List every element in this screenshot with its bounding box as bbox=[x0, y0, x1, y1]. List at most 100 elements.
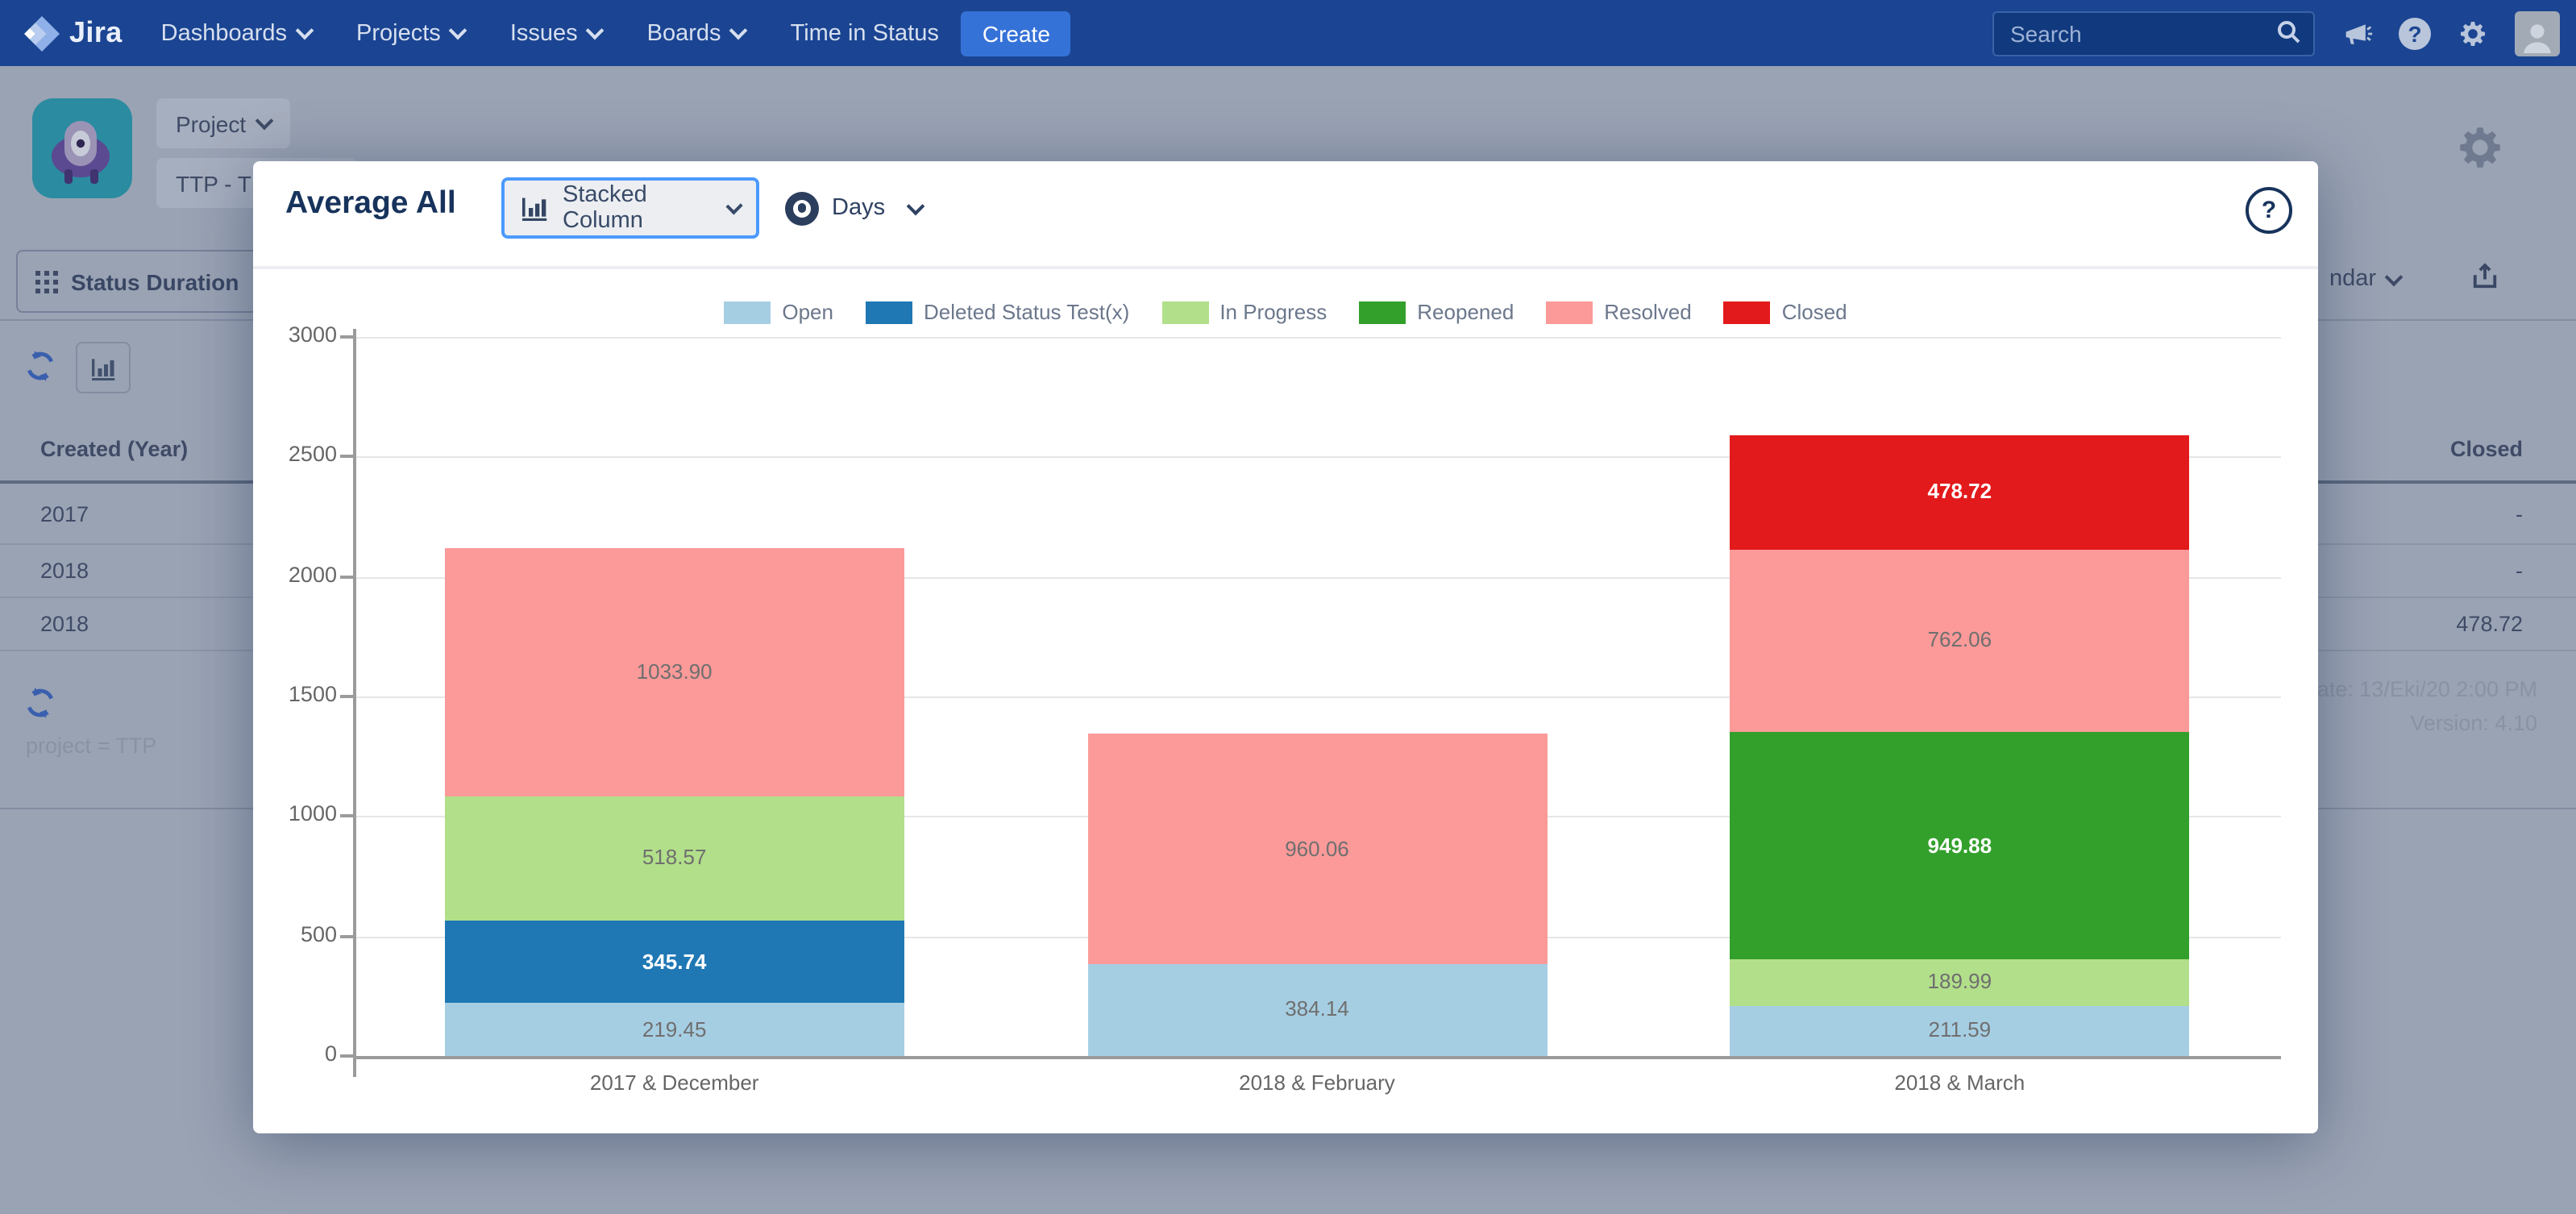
bar-segment-deleted-status-test-x[interactable]: 345.74 bbox=[445, 921, 904, 1004]
legend-label: Deleted Status Test(x) bbox=[924, 300, 1129, 324]
bar-segment-in-progress[interactable]: 518.57 bbox=[445, 796, 904, 921]
refresh-icon[interactable] bbox=[23, 685, 58, 729]
chevron-down-icon bbox=[255, 112, 273, 131]
export-icon[interactable] bbox=[2468, 260, 2502, 301]
legend-label: Open bbox=[782, 300, 833, 324]
modal-title: Average All bbox=[285, 185, 456, 222]
chart-type-label: Stacked Column bbox=[563, 182, 713, 234]
chart-type-select[interactable]: Stacked Column bbox=[501, 177, 759, 239]
help-icon[interactable]: ? bbox=[2399, 17, 2431, 49]
search-icon[interactable] bbox=[2276, 19, 2302, 52]
bar-segment-open[interactable]: 211.59 bbox=[1730, 1005, 2189, 1056]
x-axis-label: 2017 & December bbox=[353, 1071, 995, 1095]
legend-item-resolved[interactable]: Resolved bbox=[1546, 300, 1691, 324]
legend-item-deleted-status-test-x[interactable]: Deleted Status Test(x) bbox=[866, 300, 1129, 324]
unit-select[interactable]: Days bbox=[785, 177, 922, 239]
report-date-text: rt Date: 13/Eki/20 2:00 PM bbox=[2282, 677, 2537, 701]
legend-label: Resolved bbox=[1604, 300, 1691, 324]
nav-item-dashboards[interactable]: Dashboards bbox=[161, 20, 311, 46]
brand-name: Jira bbox=[69, 16, 123, 50]
chart-modal: Average All Stacked Column Days ? Open De… bbox=[253, 161, 2318, 1133]
legend-item-open[interactable]: Open bbox=[724, 300, 833, 324]
nav-item-issues[interactable]: Issues bbox=[510, 20, 602, 46]
bar-segment-closed[interactable]: 478.72 bbox=[1730, 434, 2189, 549]
cell-closed: - bbox=[2516, 558, 2523, 582]
unit-label: Days bbox=[832, 195, 885, 221]
bar-segment-resolved[interactable]: 762.06 bbox=[1730, 550, 2189, 733]
y-tick-label: 2500 bbox=[253, 443, 337, 467]
search-input[interactable] bbox=[1992, 10, 2315, 56]
page-settings-gear-icon[interactable] bbox=[2453, 121, 2507, 182]
legend-item-in-progress[interactable]: In Progress bbox=[1161, 300, 1327, 324]
navbar-right-cluster: ? bbox=[1992, 0, 2560, 66]
jira-brand[interactable]: Jira bbox=[23, 14, 123, 52]
refresh-icon[interactable] bbox=[23, 348, 58, 392]
chevron-down-icon bbox=[296, 22, 314, 40]
y-tick-mark bbox=[340, 934, 353, 938]
modal-help-icon[interactable]: ? bbox=[2246, 187, 2292, 234]
legend-item-reopened[interactable]: Reopened bbox=[1359, 300, 1514, 324]
nav-menu: Dashboards Projects Issues Boards Time in St… bbox=[161, 20, 939, 46]
y-tick-mark bbox=[340, 455, 353, 459]
bar-segment-reopened[interactable]: 949.88 bbox=[1730, 732, 2189, 959]
y-axis-line bbox=[353, 329, 356, 1077]
y-tick-mark bbox=[340, 335, 353, 339]
chevron-down-icon bbox=[729, 22, 748, 40]
legend-label: Reopened bbox=[1417, 300, 1514, 324]
cell-created-year: 2018 bbox=[40, 558, 89, 582]
legend-swatch bbox=[724, 301, 771, 323]
bar-value-label: 189.99 bbox=[1730, 970, 2189, 994]
x-axis-line bbox=[353, 1056, 2281, 1059]
legend-swatch bbox=[1546, 301, 1593, 323]
announcements-icon[interactable] bbox=[2341, 17, 2373, 49]
user-avatar[interactable] bbox=[2515, 10, 2560, 56]
settings-gear-icon[interactable] bbox=[2457, 17, 2489, 49]
chart-view-button[interactable] bbox=[76, 342, 131, 393]
y-tick-label: 2000 bbox=[253, 562, 337, 586]
stacked-column-chart: 050010001500200025003000219.45345.74518.… bbox=[353, 329, 2281, 1087]
cell-closed: - bbox=[2516, 501, 2523, 526]
legend-swatch bbox=[1161, 301, 1208, 323]
y-tick-mark bbox=[340, 695, 353, 698]
bar-segment-resolved[interactable]: 960.06 bbox=[1087, 734, 1547, 963]
stacked-column-icon bbox=[521, 195, 550, 221]
chevron-down-icon bbox=[586, 22, 605, 40]
nav-item-boards[interactable]: Boards bbox=[647, 20, 746, 46]
bar-value-label: 478.72 bbox=[1730, 479, 2189, 503]
tab-status-duration-label: Status Duration bbox=[71, 268, 239, 294]
bar-value-label: 219.45 bbox=[445, 1017, 904, 1041]
legend-item-closed[interactable]: Closed bbox=[1724, 300, 1847, 324]
disc-icon bbox=[785, 191, 819, 225]
bar-value-label: 949.88 bbox=[1730, 833, 2189, 857]
bar-segment-resolved[interactable]: 1033.90 bbox=[445, 548, 904, 796]
y-tick-label: 500 bbox=[253, 921, 337, 946]
calendar-dropdown-partial[interactable]: ndar bbox=[2329, 266, 2400, 292]
cell-closed: 478.72 bbox=[2456, 611, 2523, 635]
create-button[interactable]: Create bbox=[962, 10, 1071, 56]
bar-value-label: 762.06 bbox=[1730, 628, 2189, 652]
legend-swatch bbox=[1724, 301, 1771, 323]
cell-created-year: 2017 bbox=[40, 501, 89, 526]
top-navbar: Jira Dashboards Projects Issues Boards Time … bbox=[0, 0, 2576, 66]
project-dropdown[interactable]: Project bbox=[156, 98, 289, 148]
legend-label: Closed bbox=[1782, 300, 1847, 324]
bar-segment-open[interactable]: 384.14 bbox=[1087, 964, 1547, 1056]
bar-value-label: 345.74 bbox=[445, 949, 904, 973]
bar-value-label: 518.57 bbox=[445, 846, 904, 870]
bar-segment-in-progress[interactable]: 189.99 bbox=[1730, 960, 2189, 1005]
y-tick-mark bbox=[340, 815, 353, 818]
y-tick-label: 1000 bbox=[253, 802, 337, 826]
nav-item-projects[interactable]: Projects bbox=[356, 20, 465, 46]
bar-segment-open[interactable]: 219.45 bbox=[445, 1004, 904, 1056]
gridline bbox=[356, 337, 2281, 339]
filter-query-text: project = TTP bbox=[26, 734, 156, 758]
calendar-partial-label: ndar bbox=[2329, 266, 2376, 292]
chevron-down-icon bbox=[907, 197, 925, 215]
bar-value-label: 1033.90 bbox=[445, 659, 904, 684]
project-avatar[interactable] bbox=[32, 98, 132, 198]
nav-item-time-in-status[interactable]: Time in Status bbox=[791, 20, 939, 46]
chevron-down-icon bbox=[449, 22, 467, 40]
x-axis-label: 2018 & February bbox=[995, 1071, 1638, 1095]
y-tick-label: 1500 bbox=[253, 682, 337, 706]
chart-legend: Open Deleted Status Test(x) In Progress Reo… bbox=[253, 300, 2318, 324]
